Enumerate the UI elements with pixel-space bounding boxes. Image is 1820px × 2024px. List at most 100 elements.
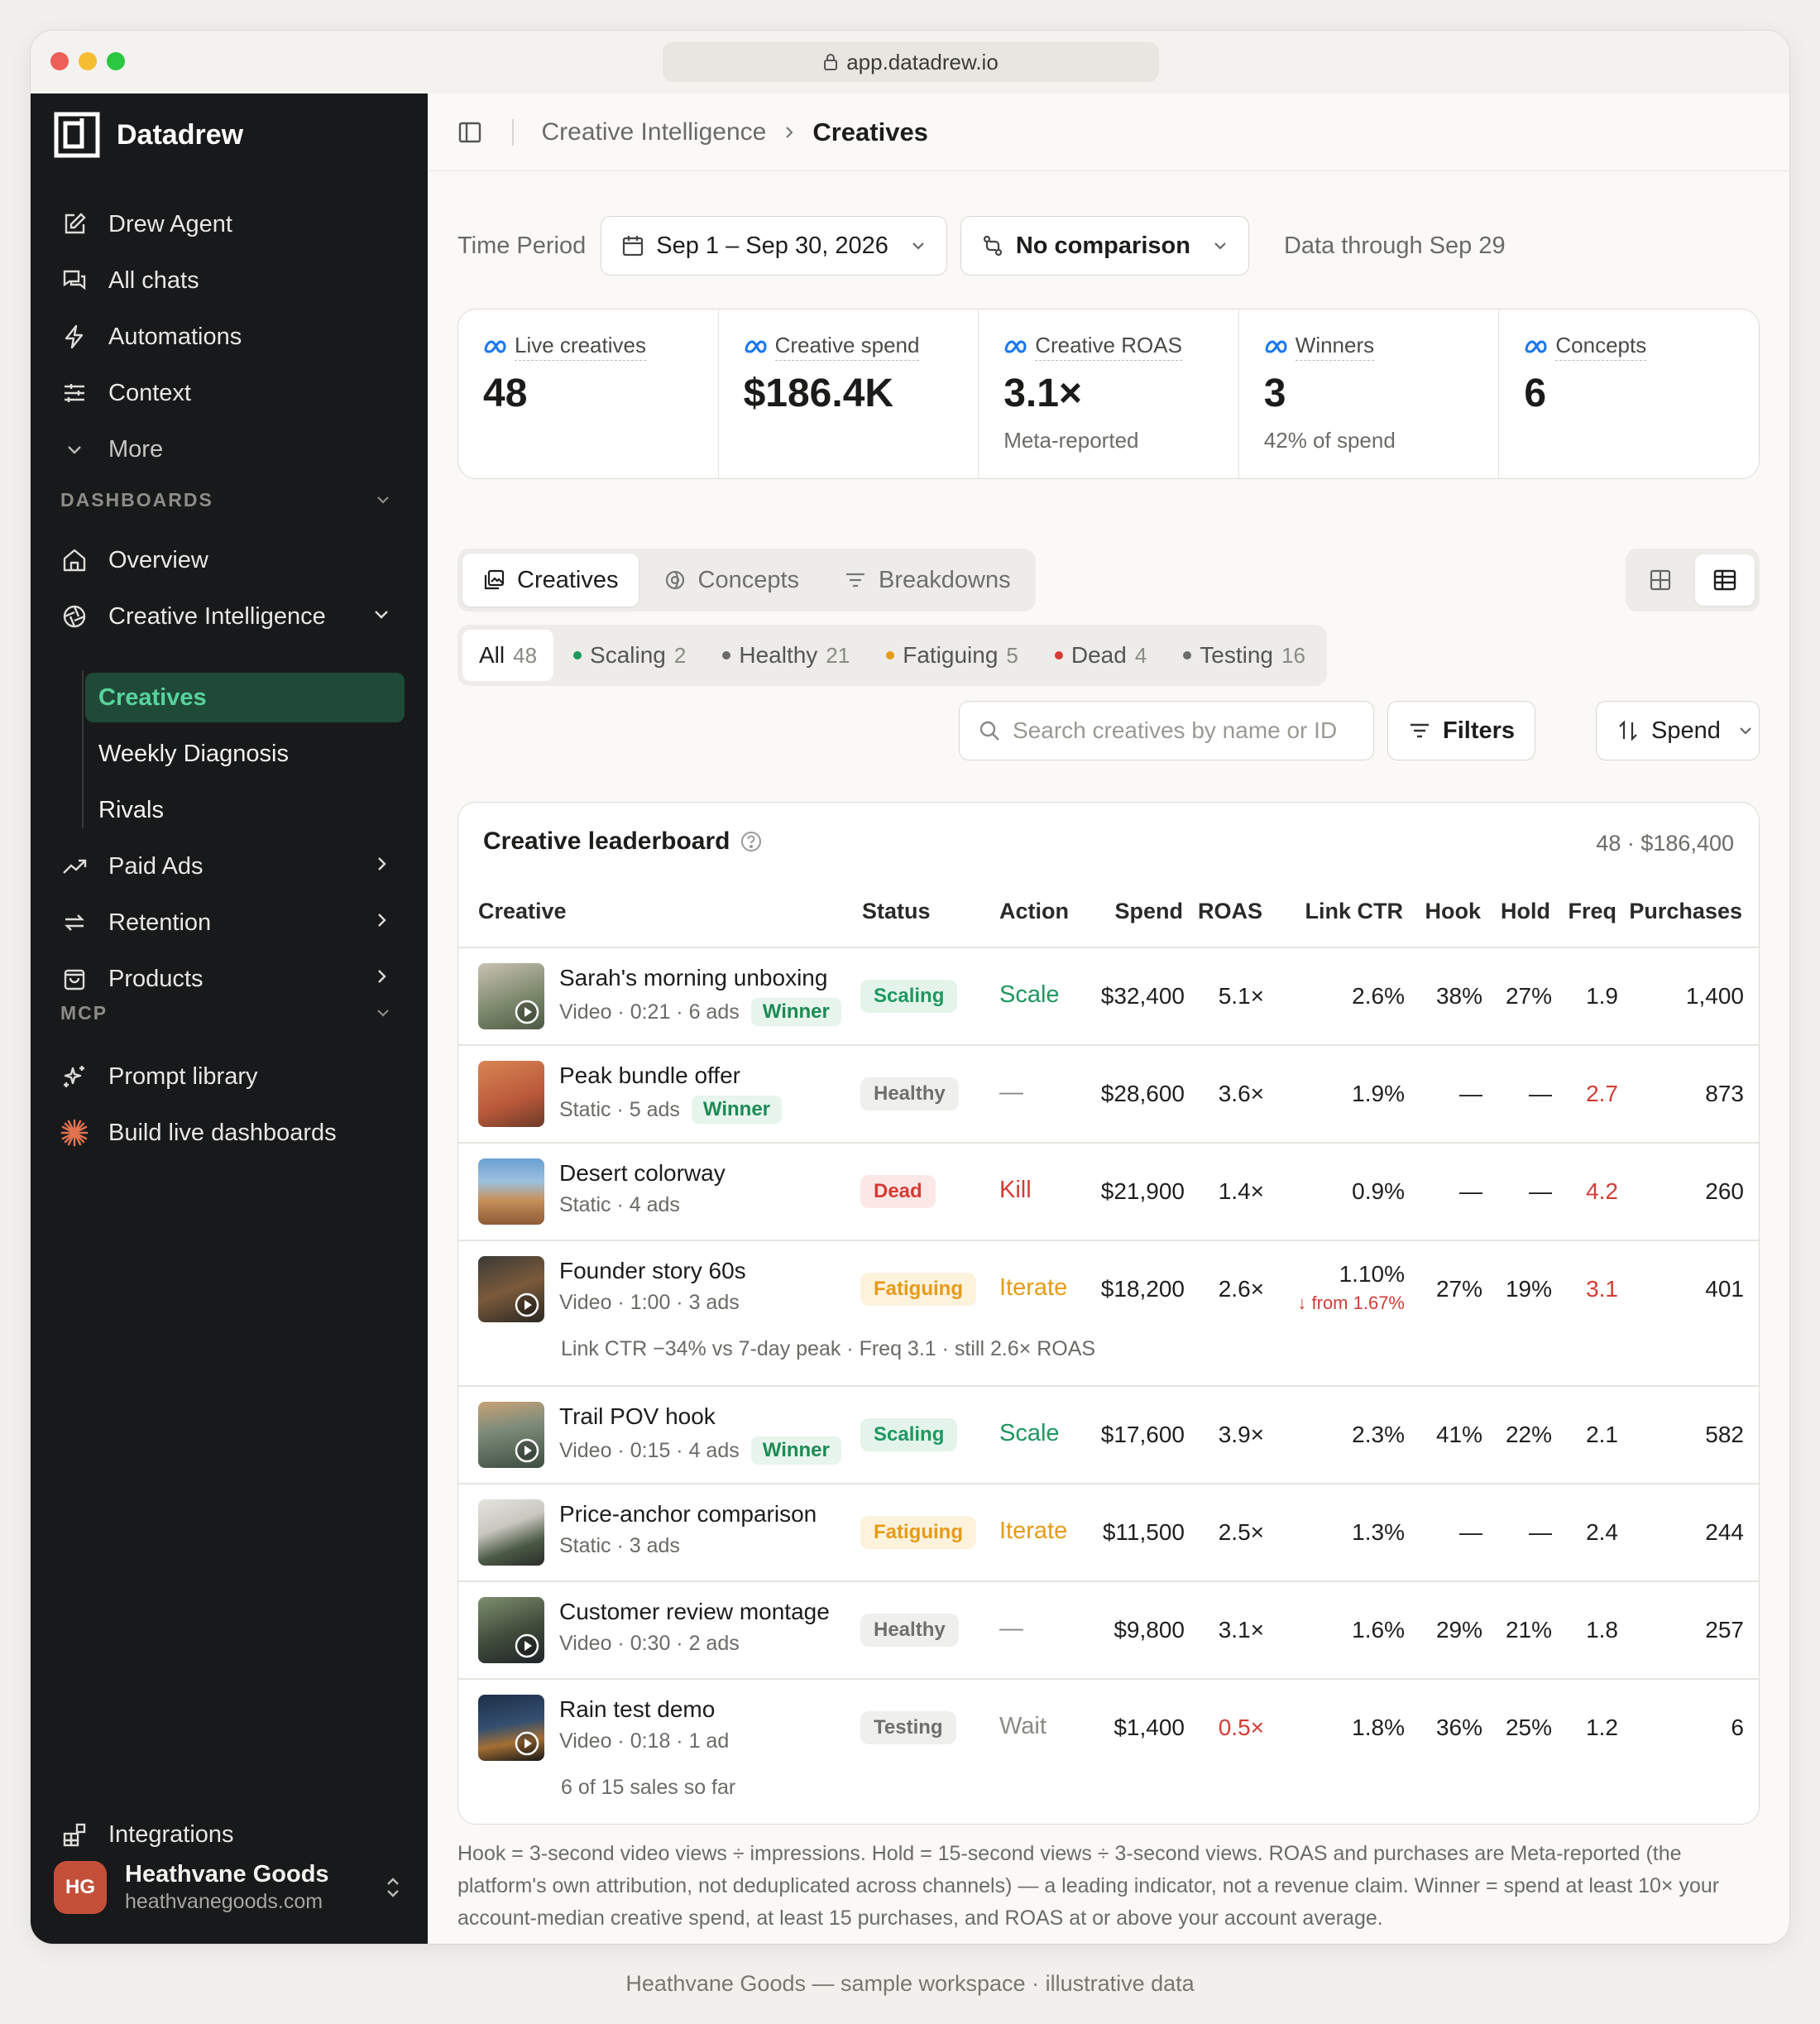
tab-creatives[interactable]: Creatives [462, 554, 639, 607]
roas-value: 5.1× [1218, 983, 1264, 1009]
creative-name[interactable]: Price-anchor comparison [559, 1501, 817, 1528]
chip-count: 21 [826, 642, 850, 668]
winner-badge: Winner [750, 1436, 841, 1465]
nav-retention[interactable]: Retention [60, 899, 408, 946]
table-view-button[interactable] [1695, 554, 1755, 606]
creative-meta: Static · 3 ads [559, 1534, 680, 1558]
nav-automations[interactable]: Automations [60, 314, 408, 360]
dashboards-section-header[interactable]: DASHBOARDS [60, 489, 408, 511]
chevron-down-icon [910, 237, 927, 254]
column-header-creative[interactable]: Creative [478, 899, 567, 924]
creative-meta-text: Video · 0:18 · 1 ad [559, 1729, 730, 1753]
chip-dead[interactable]: Dead 4 [1038, 630, 1163, 681]
nav-drew-agent[interactable]: Drew Agent [60, 201, 408, 247]
sidebar-toggle-icon[interactable] [457, 120, 482, 145]
action-link[interactable]: Kill [999, 1177, 1032, 1204]
column-header-freq[interactable]: Freq [1568, 899, 1616, 924]
purchases-value: 257 [1705, 1617, 1744, 1643]
nav-creative-intelligence[interactable]: Creative Intelligence [60, 593, 408, 640]
creative-name[interactable]: Trail POV hook [559, 1403, 716, 1430]
column-header-spend[interactable]: Spend [1114, 899, 1183, 924]
table-row[interactable]: Customer review montage Video · 0:30 · 2… [458, 1582, 1759, 1678]
subnav-weekly-diagnosis[interactable]: Weekly Diagnosis [85, 729, 405, 779]
close-window-button[interactable] [50, 52, 69, 70]
table-row[interactable]: Trail POV hook Video · 0:15 · 4 ads Winne… [458, 1387, 1759, 1483]
nav-more[interactable]: More [60, 426, 408, 472]
minimize-window-button[interactable] [79, 52, 97, 70]
table-row[interactable]: Price-anchor comparison Static · 3 ads F… [458, 1484, 1759, 1580]
nav-prompt-library[interactable]: Prompt library [60, 1053, 408, 1100]
calendar-icon [621, 234, 644, 257]
nav-paid-ads[interactable]: Paid Ads [60, 843, 408, 890]
column-header-link-ctr[interactable]: Link CTR [1305, 899, 1404, 924]
sort-select[interactable]: Spend [1596, 701, 1760, 760]
creative-name[interactable]: Founder story 60s [559, 1258, 746, 1284]
action-link[interactable]: Wait [999, 1713, 1046, 1740]
table-row[interactable]: Sarah's morning unboxing Video · 0:21 · … [458, 948, 1759, 1044]
action-link[interactable]: — [999, 1615, 1023, 1643]
tab-concepts[interactable]: Concepts [644, 554, 820, 607]
address-bar[interactable]: app.datadrew.io [663, 42, 1159, 82]
column-header-hold[interactable]: Hold [1501, 899, 1550, 924]
table-row[interactable]: Founder story 60s Video · 1:00 · 3 ads F… [458, 1241, 1759, 1385]
chip-healthy[interactable]: Healthy 21 [706, 630, 866, 681]
freq-value: 1.9 [1586, 983, 1618, 1009]
search-input[interactable]: Search creatives by name or ID [959, 701, 1374, 760]
creative-meta: Video · 0:15 · 4 ads Winner [559, 1436, 841, 1465]
brand[interactable]: Datadrew [54, 112, 243, 158]
ctr-value: 1.3% [1352, 1519, 1405, 1545]
chevron-right-icon [371, 910, 391, 930]
table-row[interactable]: Rain test demo Video · 0:18 · 1 ad Testi… [458, 1680, 1759, 1824]
play-icon [515, 1633, 539, 1658]
subnav-creatives[interactable]: Creatives [85, 673, 405, 722]
column-header-purchases[interactable]: Purchases [1629, 899, 1742, 924]
nav-all-chats[interactable]: All chats [60, 257, 408, 304]
chip-testing[interactable]: Testing 16 [1166, 630, 1322, 681]
breadcrumb-parent[interactable]: Creative Intelligence [542, 118, 767, 146]
action-link[interactable]: Iterate [999, 1518, 1067, 1545]
roas-value: 3.6× [1218, 1081, 1264, 1106]
nav-products[interactable]: Products [60, 956, 408, 1002]
action-link[interactable]: Scale [999, 981, 1060, 1009]
action-link[interactable]: — [999, 1079, 1023, 1106]
nav-build-live-dashboards[interactable]: Build live dashboards [60, 1110, 408, 1156]
nav-overview[interactable]: Overview [60, 537, 408, 583]
status-badge: Dead [860, 1175, 936, 1208]
action-link[interactable]: Iterate [999, 1274, 1067, 1302]
creative-name[interactable]: Desert colorway [559, 1160, 726, 1187]
nav-context[interactable]: Context [60, 370, 408, 416]
creative-name[interactable]: Customer review montage [559, 1599, 830, 1625]
ctr-value: 0.9% [1352, 1178, 1405, 1204]
table-row[interactable]: Desert colorway Static · 4 ads Dead Kill… [458, 1144, 1759, 1240]
account-switcher[interactable]: HG Heathvane Goods heathvanegoods.com [54, 1856, 410, 1919]
purchases-value: 401 [1705, 1276, 1744, 1302]
filters-button[interactable]: Filters [1387, 701, 1536, 760]
tab-breakdowns[interactable]: Breakdowns [824, 554, 1031, 607]
creative-meta: Video · 1:00 · 3 ads [559, 1291, 740, 1315]
subnav-rivals[interactable]: Rivals [85, 785, 405, 835]
maximize-window-button[interactable] [107, 52, 125, 70]
nav-integrations[interactable]: Integrations [60, 1811, 408, 1858]
table-row[interactable]: Peak bundle offer Static · 5 ads Winner H… [458, 1046, 1759, 1142]
column-header-status[interactable]: Status [862, 899, 931, 924]
comparison-select[interactable]: No comparison [960, 216, 1249, 276]
action-link[interactable]: Scale [999, 1420, 1060, 1447]
help-icon[interactable] [740, 830, 763, 853]
column-header-action[interactable]: Action [999, 899, 1069, 924]
bolt-icon [60, 323, 89, 351]
grid-view-button[interactable] [1631, 554, 1690, 606]
sidebar: Datadrew Drew Agent All chats Automation… [31, 94, 428, 1944]
date-range-picker[interactable]: Sep 1 – Sep 30, 2026 [601, 216, 947, 276]
chip-scaling[interactable]: Scaling 2 [557, 630, 702, 681]
mcp-section-header[interactable]: MCP [60, 1002, 408, 1024]
column-header-hook[interactable]: Hook [1425, 899, 1482, 924]
nav-label: All chats [108, 266, 199, 294]
creative-name[interactable]: Rain test demo [559, 1696, 715, 1723]
chip-label: Scaling [590, 642, 666, 668]
hold-value: 25% [1505, 1715, 1552, 1740]
chip-fatiguing[interactable]: Fatiguing 5 [869, 630, 1035, 681]
chip-all[interactable]: All 48 [462, 630, 554, 681]
creative-name[interactable]: Sarah's morning unboxing [559, 965, 827, 991]
creative-name[interactable]: Peak bundle offer [559, 1062, 740, 1089]
column-header-roas[interactable]: ROAS [1198, 899, 1262, 924]
